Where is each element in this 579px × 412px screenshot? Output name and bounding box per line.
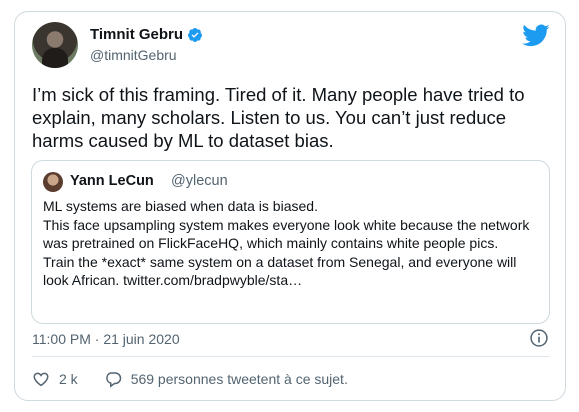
like-count: 2 k xyxy=(59,371,78,387)
quoted-tweet[interactable]: Yann LeCun @ylecun ML systems are biased… xyxy=(31,160,550,324)
tweet-actions: 2 k 569 personnes tweetent à ce sujet. xyxy=(32,370,348,388)
quoted-author-handle: @ylecun xyxy=(171,173,228,189)
author-handle[interactable]: @timnitGebru xyxy=(90,47,177,63)
quoted-author-name: Yann LeCun xyxy=(70,173,154,189)
quoted-avatar xyxy=(43,172,63,192)
like-button[interactable]: 2 k xyxy=(32,370,78,388)
tweet-header: Timnit Gebru @timnitGebru xyxy=(32,22,552,72)
info-icon[interactable] xyxy=(529,328,549,348)
quoted-line: Train the *exact* same system on a datas… xyxy=(43,253,517,289)
twitter-bird-icon[interactable] xyxy=(522,24,550,48)
author-avatar[interactable] xyxy=(32,22,78,68)
author-name-row[interactable]: Timnit Gebru xyxy=(90,26,203,43)
conversation-label: 569 personnes tweetent à ce sujet. xyxy=(130,371,348,387)
tweet-card: Timnit Gebru @timnitGebru I’m sick of th… xyxy=(14,11,566,401)
reply-bubble-icon xyxy=(105,372,121,388)
quoted-line: ML systems are biased when data is biase… xyxy=(43,198,318,214)
heart-icon xyxy=(33,372,49,387)
quoted-line: This face upsampling system makes everyo… xyxy=(43,216,530,252)
tweet-text: I’m sick of this framing. Tired of it. M… xyxy=(32,84,525,151)
tweet-timestamp[interactable]: 11:00 PM · 21 juin 2020 xyxy=(32,331,180,347)
divider xyxy=(32,356,550,357)
conversation-button[interactable]: 569 personnes tweetent à ce sujet. xyxy=(104,370,348,388)
quoted-text: ML systems are biased when data is biase… xyxy=(43,197,538,290)
verified-badge-icon xyxy=(188,27,203,42)
author-name[interactable]: Timnit Gebru xyxy=(90,26,183,43)
